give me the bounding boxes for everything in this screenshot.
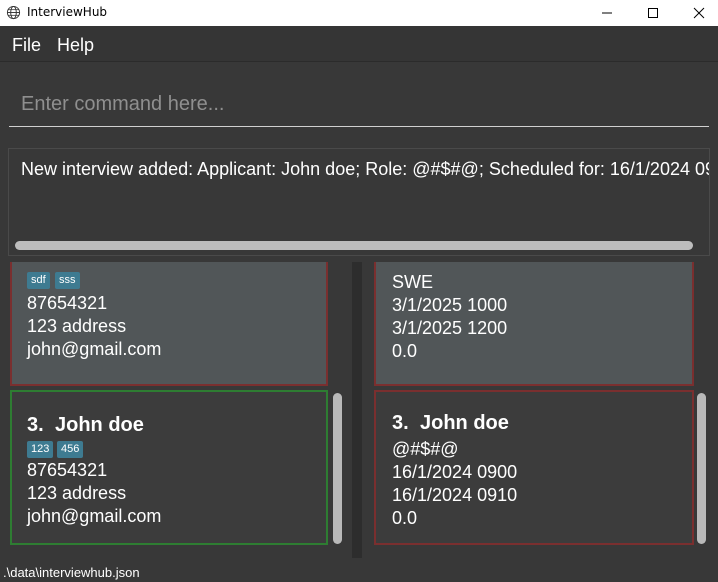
applicant-email: john@gmail.com xyxy=(27,339,162,359)
window-title: InterviewHub xyxy=(27,5,108,19)
applicant-address: 123 address xyxy=(27,483,127,503)
result-display: New interview added: Applicant: John doe… xyxy=(8,148,710,256)
tag-badge: 123 xyxy=(27,441,54,458)
menu-file[interactable]: File xyxy=(12,35,41,56)
interview-end: 16/1/2024 0910 xyxy=(392,485,518,505)
panel-divider[interactable] xyxy=(352,262,362,558)
interview-start: 16/1/2024 0900 xyxy=(392,462,518,482)
applicant-phone: 87654321 xyxy=(27,460,108,480)
result-horizontal-scrollbar[interactable] xyxy=(15,241,693,250)
interview-role: @#$#@ xyxy=(392,439,459,459)
result-message: New interview added: Applicant: John doe… xyxy=(21,159,710,179)
minimize-icon xyxy=(602,12,612,14)
interview-card[interactable]: SWE 3/1/2025 1000 3/1/2025 1200 0.0 xyxy=(374,262,694,386)
applicant-index: 3. xyxy=(27,414,44,436)
command-area xyxy=(0,62,718,142)
lists-area: sdf sss 87654321 123 address john@gmail.… xyxy=(0,262,718,558)
applicant-list-scrollbar[interactable] xyxy=(333,393,342,544)
interview-applicant-name: John doe xyxy=(420,412,509,434)
interview-role: SWE xyxy=(392,272,434,292)
close-button[interactable] xyxy=(676,0,718,26)
applicant-card[interactable]: sdf sss 87654321 123 address john@gmail.… xyxy=(10,262,328,386)
tag-badge: sss xyxy=(55,272,80,289)
maximize-button[interactable] xyxy=(630,0,676,26)
applicant-name: John doe xyxy=(55,414,144,436)
title-bar: InterviewHub xyxy=(0,0,718,26)
tag-badge: 456 xyxy=(57,441,84,458)
maximize-icon xyxy=(648,8,658,18)
applicant-phone: 87654321 xyxy=(27,293,108,313)
command-input[interactable] xyxy=(9,83,709,127)
applicant-email: john@gmail.com xyxy=(27,506,162,526)
minimize-button[interactable] xyxy=(584,0,630,26)
interview-rating: 0.0 xyxy=(392,341,418,361)
interview-index: 3. xyxy=(392,412,409,434)
status-bar: .\data\interviewhub.json xyxy=(0,558,718,582)
applicant-address: 123 address xyxy=(27,316,127,336)
interview-end: 3/1/2025 1200 xyxy=(392,318,508,338)
menu-help[interactable]: Help xyxy=(57,35,94,56)
tag-badge: sdf xyxy=(27,272,50,289)
globe-icon xyxy=(6,5,21,20)
interview-list-scrollbar[interactable] xyxy=(697,393,706,544)
interview-start: 3/1/2025 1000 xyxy=(392,295,508,315)
interview-list[interactable]: SWE 3/1/2025 1000 3/1/2025 1200 0.0 3. J… xyxy=(362,262,718,558)
applicant-card[interactable]: 3. John doe 123 456 87654321 123 address… xyxy=(10,390,328,545)
close-icon xyxy=(693,7,705,19)
interview-card[interactable]: 3. John doe @#$#@ 16/1/2024 0900 16/1/20… xyxy=(374,390,694,545)
menu-bar: File Help xyxy=(0,26,718,62)
save-location: .\data\interviewhub.json xyxy=(3,565,140,580)
interview-rating: 0.0 xyxy=(392,508,418,528)
applicant-list[interactable]: sdf sss 87654321 123 address john@gmail.… xyxy=(0,262,352,558)
